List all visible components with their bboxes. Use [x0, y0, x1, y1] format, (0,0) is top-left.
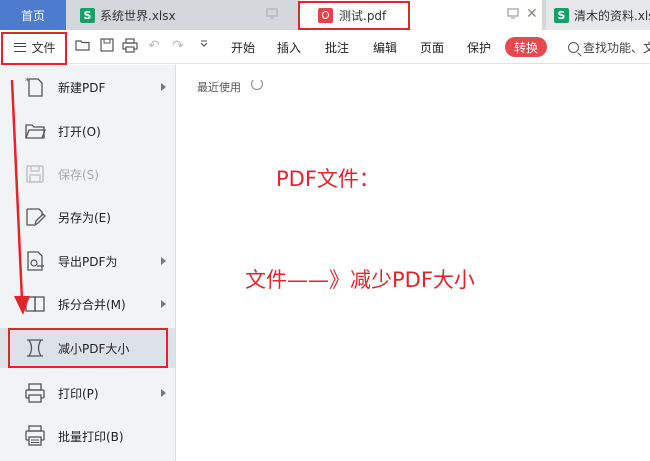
chevron-down-icon[interactable]	[196, 38, 212, 54]
file-menu-panel: * 新建PDF 打开(O) 保存(S) 另存为(E) 导出PDF为 拆分合并(M…	[0, 65, 176, 461]
open-folder-icon[interactable]	[75, 38, 91, 54]
recent-label: 最近使用	[197, 81, 241, 94]
folder-open-icon	[24, 120, 46, 142]
refresh-icon[interactable]	[251, 78, 263, 90]
menu-item-label: 另存为(E)	[58, 210, 111, 225]
annotation-path: 文件——》减少PDF大小	[245, 268, 475, 292]
tab-home[interactable]: 首页	[0, 0, 66, 30]
annotation-pdf-file: PDF文件：	[276, 167, 380, 191]
file-menu-item-save: 保存(S)	[0, 154, 175, 194]
search-text: 查找功能、文	[583, 41, 650, 55]
tab-label: 清木的资料.xls	[574, 8, 650, 23]
menu-item-label: 保存(S)	[58, 167, 99, 182]
menu-item-label: 打开(O)	[58, 124, 101, 139]
spreadsheet-icon: S	[554, 7, 569, 23]
menu-item-label: 新建PDF	[58, 80, 106, 95]
export-pdf-icon	[24, 250, 46, 272]
file-menu-item-batch-print[interactable]: 批量打印(B)	[0, 416, 175, 456]
convert-label: 转换	[513, 40, 538, 55]
batch-print-icon	[24, 425, 46, 447]
menu-annotate[interactable]: 批注	[325, 39, 349, 56]
feature-search[interactable]: 查找功能、文	[568, 39, 650, 56]
svg-text:*: *	[25, 77, 30, 87]
submenu-arrow-icon	[161, 389, 166, 397]
menu-item-label: 导出PDF为	[58, 254, 118, 269]
toolbar: 文件 ↶ ↷ 开始 插入 批注 编辑 页面 保护 转换 查找功能、文	[0, 30, 650, 64]
print-icon[interactable]	[122, 38, 138, 54]
search-icon	[568, 42, 579, 53]
spreadsheet-icon: S	[80, 7, 95, 23]
new-pdf-icon: *	[24, 76, 46, 98]
split-merge-icon	[24, 293, 46, 315]
menu-item-label: 批量打印(B)	[58, 429, 124, 444]
submenu-arrow-icon	[161, 300, 166, 308]
menu-item-label: 拆分合并(M)	[58, 297, 126, 312]
save-icon	[24, 163, 46, 185]
undo-icon[interactable]: ↶	[146, 38, 162, 54]
save-as-icon	[24, 206, 46, 228]
convert-button[interactable]: 转换	[505, 37, 547, 57]
monitor-icon[interactable]	[507, 8, 519, 22]
file-menu-item-save-as[interactable]: 另存为(E)	[0, 197, 175, 237]
menu-page[interactable]: 页面	[420, 39, 444, 56]
file-menu-item-print[interactable]: 打印(P)	[0, 373, 175, 413]
tab-home-label: 首页	[20, 8, 45, 23]
menu-item-label: 打印(P)	[58, 386, 99, 401]
close-tab-icon[interactable]: ✕	[526, 6, 538, 22]
tab-xls-qingmu[interactable]: S 清木的资料.xls	[546, 0, 650, 30]
submenu-arrow-icon	[161, 257, 166, 265]
highlight-box-file-menu	[1, 32, 67, 65]
menu-protect[interactable]: 保护	[467, 39, 491, 56]
highlight-box-reduce-pdf-size	[8, 328, 168, 368]
menu-insert[interactable]: 插入	[277, 39, 301, 56]
submenu-arrow-icon	[161, 83, 166, 91]
menu-edit[interactable]: 编辑	[373, 39, 397, 56]
tab-label: 系统世界.xlsx	[100, 8, 176, 23]
save-icon[interactable]	[99, 38, 115, 54]
file-menu-item-split-merge[interactable]: 拆分合并(M)	[0, 284, 175, 324]
file-menu-item-new-pdf[interactable]: * 新建PDF	[0, 67, 175, 107]
print-icon	[24, 382, 46, 404]
file-menu-item-open[interactable]: 打开(O)	[0, 111, 175, 151]
menu-start[interactable]: 开始	[231, 39, 255, 56]
redo-icon[interactable]: ↷	[170, 38, 186, 54]
monitor-icon[interactable]	[266, 8, 278, 22]
recent-files-panel: 最近使用 PDF文件： 文件——》减少PDF大小	[177, 65, 650, 461]
file-menu-item-export-pdf[interactable]: 导出PDF为	[0, 241, 175, 281]
highlight-box-pdf-tab	[298, 1, 410, 30]
tab-xlsx-system-world[interactable]: S 系统世界.xlsx	[66, 0, 298, 30]
